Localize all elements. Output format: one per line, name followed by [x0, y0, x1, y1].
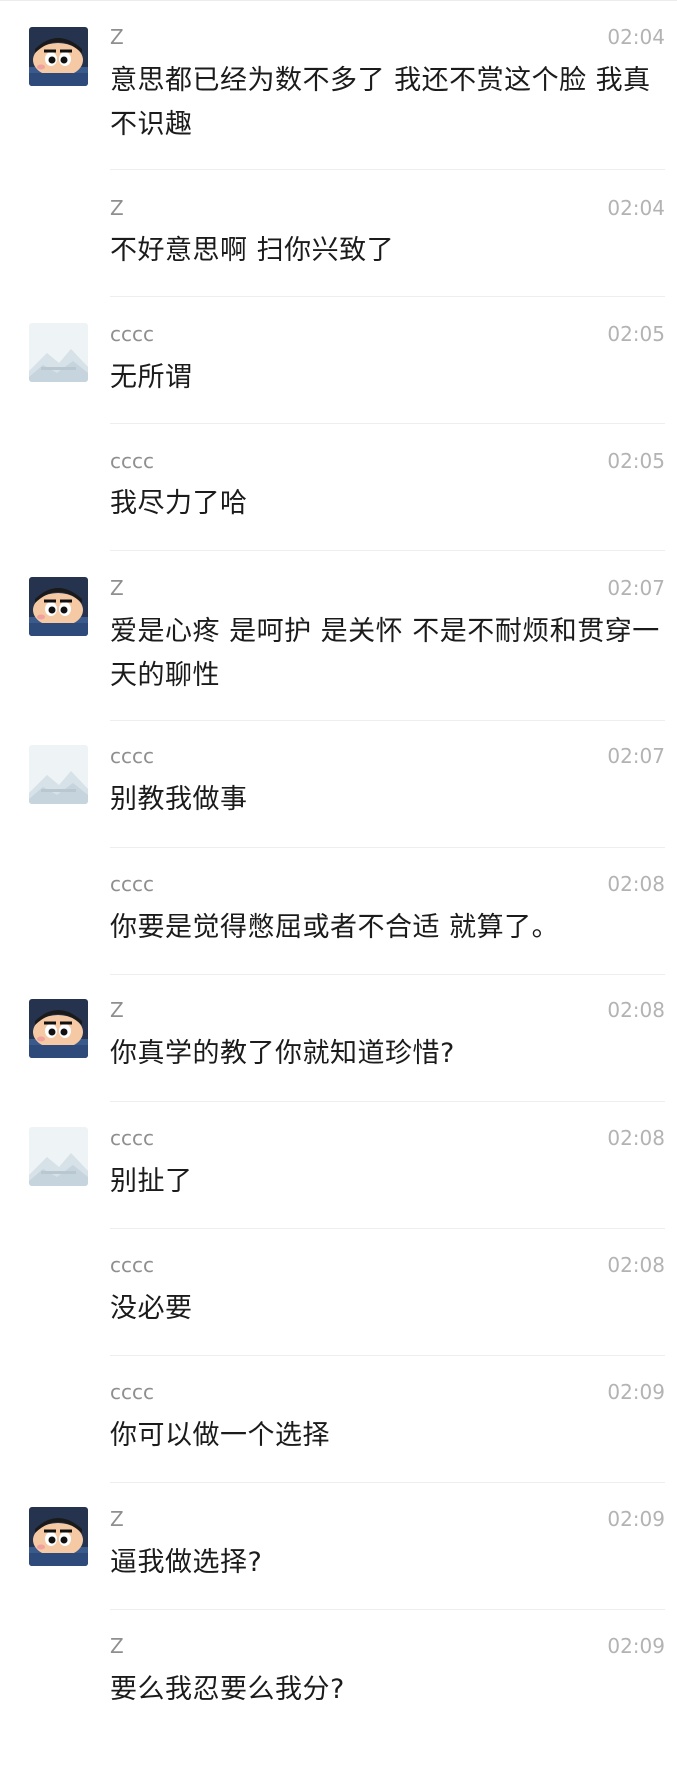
sender-name: cccc — [110, 744, 154, 768]
message-text[interactable]: 我尽力了哈 — [110, 482, 665, 526]
message-text[interactable]: 你真学的教了你就知道珍惜? — [110, 1032, 665, 1076]
message-time: 02:05 — [607, 322, 665, 346]
sender-name: cccc — [110, 1380, 154, 1404]
message-item[interactable]: cccc 02:05 我尽力了哈 — [0, 424, 677, 551]
message-text[interactable]: 无所谓 — [110, 356, 665, 400]
message-time: 02:08 — [607, 1253, 665, 1277]
message-item[interactable]: Z 02:07 爱是心疼 是呵护 是关怀 不是不耐烦和贯穿一天的聊性 — [0, 551, 677, 721]
sender-name: cccc — [110, 1253, 154, 1277]
sender-name: Z — [110, 576, 124, 600]
message-text[interactable]: 爱是心疼 是呵护 是关怀 不是不耐烦和贯穿一天的聊性 — [110, 610, 665, 698]
avatar-cccc[interactable] — [29, 1127, 88, 1186]
sender-name: Z — [110, 998, 124, 1022]
message-item[interactable]: Z 02:04 不好意思啊 扫你兴致了 — [0, 170, 677, 297]
avatar-z[interactable] — [29, 999, 88, 1058]
mountain-placeholder-icon — [29, 1127, 88, 1186]
avatar-z[interactable] — [29, 577, 88, 636]
message-text[interactable]: 意思都已经为数不多了 我还不赏这个脸 我真不识趣 — [110, 59, 665, 147]
message-time: 02:04 — [607, 25, 665, 49]
message-text[interactable]: 逼我做选择? — [110, 1541, 665, 1585]
crayon-shin-chan-icon — [29, 577, 88, 636]
mountain-placeholder-icon — [29, 745, 88, 804]
message-item[interactable]: Z 02:09 要么我忍要么我分? — [0, 1610, 677, 1737]
sender-name: cccc — [110, 449, 154, 473]
avatar-z[interactable] — [29, 1507, 88, 1566]
message-text[interactable]: 你可以做一个选择 — [110, 1414, 665, 1458]
message-time: 02:09 — [607, 1634, 665, 1658]
message-item[interactable]: cccc 02:08 没必要 — [0, 1229, 677, 1356]
message-text[interactable]: 要么我忍要么我分? — [110, 1668, 665, 1712]
sender-name: cccc — [110, 1126, 154, 1150]
avatar-cccc[interactable] — [29, 745, 88, 804]
message-time: 02:09 — [607, 1507, 665, 1531]
sender-name: Z — [110, 196, 124, 220]
sender-name: cccc — [110, 322, 154, 346]
crayon-shin-chan-icon — [29, 999, 88, 1058]
message-item[interactable]: cccc 02:08 别扯了 — [0, 1102, 677, 1229]
message-text[interactable]: 别教我做事 — [110, 778, 665, 822]
message-item[interactable]: Z 02:08 你真学的教了你就知道珍惜? — [0, 975, 677, 1102]
crayon-shin-chan-icon — [29, 27, 88, 86]
chat-history: Z 02:04 意思都已经为数不多了 我还不赏这个脸 我真不识趣 Z 02:04… — [0, 0, 677, 1774]
message-item[interactable]: cccc 02:07 别教我做事 — [0, 721, 677, 848]
message-item[interactable]: cccc 02:08 你要是觉得憋屈或者不合适 就算了。 — [0, 848, 677, 975]
message-time: 02:04 — [607, 196, 665, 220]
message-time: 02:07 — [607, 576, 665, 600]
sender-name: cccc — [110, 872, 154, 896]
message-time: 02:05 — [607, 449, 665, 473]
message-item[interactable]: cccc 02:09 你可以做一个选择 — [0, 1356, 677, 1483]
message-item[interactable]: Z 02:04 意思都已经为数不多了 我还不赏这个脸 我真不识趣 — [0, 0, 677, 170]
crayon-shin-chan-icon — [29, 1507, 88, 1566]
sender-name: Z — [110, 25, 124, 49]
message-text[interactable]: 不好意思啊 扫你兴致了 — [110, 229, 665, 273]
message-text[interactable]: 你要是觉得憋屈或者不合适 就算了。 — [110, 906, 665, 950]
message-time: 02:09 — [607, 1380, 665, 1404]
avatar-z[interactable] — [29, 27, 88, 86]
message-item[interactable]: cccc 02:05 无所谓 — [0, 297, 677, 424]
message-item[interactable]: Z 02:09 逼我做选择? — [0, 1483, 677, 1610]
mountain-placeholder-icon — [29, 323, 88, 382]
message-time: 02:07 — [607, 744, 665, 768]
message-time: 02:08 — [607, 998, 665, 1022]
avatar-cccc[interactable] — [29, 323, 88, 382]
message-time: 02:08 — [607, 872, 665, 896]
message-text[interactable]: 没必要 — [110, 1287, 665, 1331]
message-text[interactable]: 别扯了 — [110, 1160, 665, 1204]
message-time: 02:08 — [607, 1126, 665, 1150]
sender-name: Z — [110, 1507, 124, 1531]
sender-name: Z — [110, 1634, 124, 1658]
